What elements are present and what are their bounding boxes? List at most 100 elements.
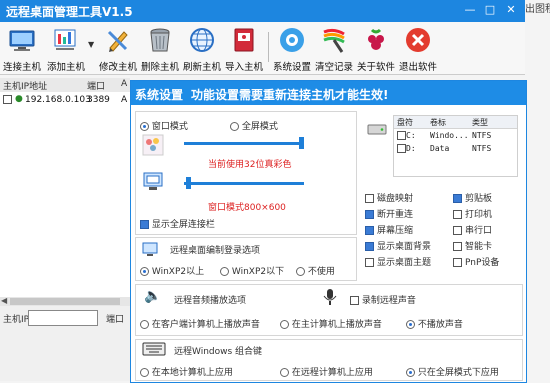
keys-remote[interactable]: 在远程计算机上应用 — [280, 365, 373, 378]
fullscreen-mode-radio-dot[interactable] — [230, 122, 239, 131]
show-fullscreen-bar-checkbox[interactable]: 显示全屏连接栏 — [140, 217, 215, 230]
exit-software-button[interactable]: 退出软件 — [398, 24, 438, 73]
option-smart-card[interactable]: 智能卡 — [453, 239, 492, 252]
add-host-button[interactable]: 添加主机 — [44, 24, 88, 73]
window-size-icon — [143, 172, 163, 190]
exit-close-icon — [406, 28, 430, 52]
toolbar-separator — [268, 32, 269, 62]
login-option-winxp2-above[interactable]: WinXP2以上 — [140, 264, 204, 277]
option-clipboard[interactable]: 剪贴板 — [453, 191, 492, 204]
window-mode-radio-dot[interactable] — [140, 122, 149, 131]
color-depth-slider[interactable] — [184, 142, 304, 145]
option-desktop-theme[interactable]: 显示桌面主题 — [365, 255, 431, 268]
option-disk-mapping[interactable]: 磁盘映射 — [365, 191, 413, 204]
refresh-host-button[interactable]: 刷新主机 — [182, 24, 222, 73]
option-desktop-background[interactable]: 显示桌面背景 — [365, 239, 431, 252]
port-label: 端口 — [106, 315, 125, 325]
dialog-subtitle: 功能设置需要重新连接主机才能生效! — [191, 88, 389, 102]
option-serial-port[interactable]: 串行口 — [453, 223, 492, 236]
import-book-icon — [234, 28, 254, 52]
settings-dialog: 系统设置 功能设置需要重新连接主机才能生效! 窗口模式 全屏模式 当前使用32位… — [130, 80, 527, 383]
drive-label: Data — [430, 144, 450, 153]
about-software-button[interactable]: 关于软件 — [356, 24, 396, 73]
maximize-icon[interactable]: □ — [482, 2, 498, 18]
host-extra: A — [121, 95, 128, 105]
background-window-text: 出图程 — [525, 4, 550, 15]
edit-host-button[interactable]: 修改主机 — [98, 24, 138, 73]
drive-col-label: 卷标 — [430, 118, 446, 127]
window-size-text: 窗口模式800×600 — [208, 203, 286, 213]
dialog-titlebar: 系统设置 功能设置需要重新连接主机才能生效! — [131, 81, 526, 105]
audio-play-none[interactable]: 不播放声音 — [406, 317, 463, 330]
audio-play-client[interactable]: 在客户端计算机上播放声音 — [140, 317, 260, 330]
color-depth-text: 当前使用32位真彩色 — [208, 160, 292, 170]
list-item[interactable]: C: — [397, 131, 416, 140]
delete-host-button[interactable]: 删除主机 — [140, 24, 180, 73]
window-mode-radio[interactable]: 窗口模式 — [140, 119, 188, 132]
system-settings-button[interactable]: 系统设置 — [272, 24, 312, 73]
refresh-globe-icon — [190, 28, 214, 52]
drive-col-letter: 盘符 — [397, 118, 413, 127]
settings-gear-icon — [280, 28, 304, 52]
horizontal-scrollbar[interactable]: ◀ — [0, 296, 130, 306]
host-status-icon: ● — [15, 94, 23, 104]
app-titlebar: 远程桌面管理工具V1.5 — □ ✕ — [0, 0, 525, 22]
clear-records-button[interactable]: 清空记录 — [314, 24, 354, 73]
login-options-panel: 远程桌面编制登录选项 WinXP2以上 WinXP2以下 不使用 — [135, 237, 357, 281]
option-reconnect[interactable]: 断开重连 — [365, 207, 413, 220]
column-extra[interactable]: A — [121, 79, 127, 89]
window-size-slider[interactable] — [184, 182, 304, 185]
host-list-header: 主机IP地址 端口 A — [0, 78, 130, 93]
bottom-bar: 主机IP: 端口 — [0, 306, 130, 381]
host-list — [0, 92, 130, 297]
column-ip[interactable]: 主机IP地址 — [3, 79, 47, 92]
option-compression[interactable]: 屏幕压缩 — [365, 223, 413, 236]
dialog-title: 系统设置 — [135, 88, 184, 102]
login-option-winxp2-below[interactable]: WinXP2以下 — [220, 264, 284, 277]
drive-type: NTFS — [472, 131, 492, 140]
key-combo-panel: 远程Windows 组合键 在本地计算机上应用 在远程计算机上应用 只在全屏模式… — [135, 339, 523, 381]
window-size-slider-handle[interactable] — [186, 177, 192, 189]
about-raspberry-icon — [368, 28, 384, 50]
option-printer[interactable]: 打印机 — [453, 207, 492, 220]
record-sound-checkbox[interactable]: 录制远程声音 — [350, 293, 416, 306]
background-window-strip: 出图程 — [525, 0, 550, 381]
audio-play-host[interactable]: 在主计算机上播放声音 — [280, 317, 382, 330]
color-depth-slider-handle[interactable] — [299, 137, 304, 149]
row-checkbox[interactable] — [3, 95, 12, 104]
scrollbar-thumb[interactable] — [10, 298, 120, 305]
clear-wand-icon — [323, 28, 345, 53]
login-option-none[interactable]: 不使用 — [296, 264, 335, 277]
scroll-left-icon[interactable]: ◀ — [1, 296, 7, 305]
fullscreen-mode-radio[interactable]: 全屏模式 — [230, 119, 278, 132]
drive-type: NTFS — [472, 144, 492, 153]
trash-icon — [150, 28, 170, 52]
keys-local[interactable]: 在本地计算机上应用 — [140, 365, 233, 378]
drive-col-type: 类型 — [472, 118, 488, 127]
connect-host-button[interactable]: 连接主机 — [2, 24, 42, 73]
column-port[interactable]: 端口 — [87, 79, 105, 92]
option-pnp-devices[interactable]: PnP设备 — [453, 255, 499, 268]
table-row[interactable]: ● 192.168.0.103 3389 A — [0, 94, 130, 108]
keys-fullscreen-only[interactable]: 只在全屏模式下应用 — [406, 365, 499, 378]
remote-desktop-icon — [142, 242, 158, 256]
minimize-icon[interactable]: — — [462, 2, 478, 18]
close-icon[interactable]: ✕ — [503, 2, 519, 18]
import-host-button[interactable]: 导入主机 — [224, 24, 264, 73]
show-fullscreen-bar-box[interactable] — [140, 220, 149, 229]
keyboard-icon — [142, 342, 166, 356]
color-palette-icon — [142, 134, 164, 156]
login-options-title: 远程桌面编制登录选项 — [170, 246, 261, 256]
host-ip: 192.168.0.103 — [25, 95, 91, 105]
list-item[interactable]: D: — [397, 144, 416, 153]
monitor-connect-icon — [9, 30, 35, 51]
key-combo-title: 远程Windows 组合键 — [174, 347, 263, 357]
app-title: 远程桌面管理工具V1.5 — [6, 5, 133, 19]
ip-input[interactable] — [28, 310, 98, 326]
drive-table: 盘符 卷标 类型 C: Windo... NTFS D: Data NTFS — [393, 115, 518, 177]
chevron-down-icon[interactable]: ▼ — [88, 40, 94, 49]
display-settings-panel: 窗口模式 全屏模式 当前使用32位真彩色 窗口模式800×600 显示全屏连接栏 — [135, 111, 357, 235]
audio-options-panel: 🔈 远程音频播放选项 录制远程声音 在客户端计算机上播放声音 在主计算机上播放声… — [135, 284, 523, 336]
edit-pencil-icon — [107, 30, 128, 52]
microphone-icon — [323, 289, 337, 305]
